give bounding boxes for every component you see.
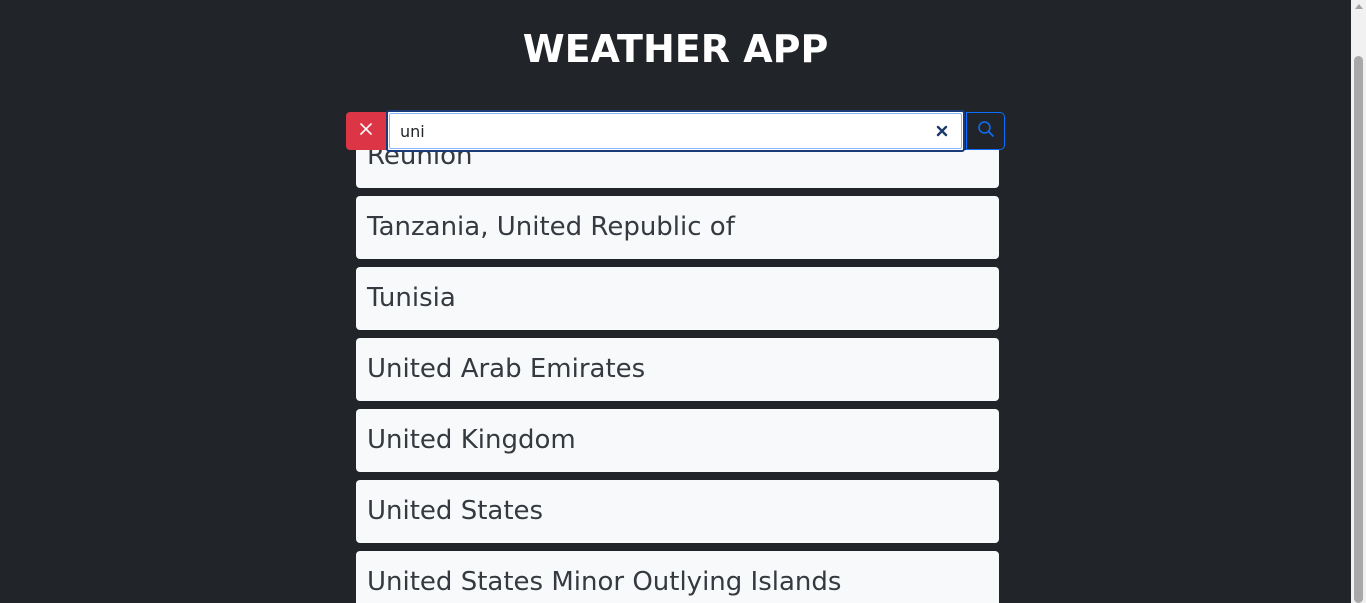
result-item-tanzania[interactable]: Tanzania, United Republic of <box>356 196 999 259</box>
search-bar <box>346 110 1006 152</box>
search-input[interactable] <box>400 112 920 150</box>
result-item-united-states[interactable]: United States <box>356 480 999 543</box>
scrollbar-thumb[interactable] <box>1354 56 1363 603</box>
result-item-united-kingdom[interactable]: United Kingdom <box>356 409 999 472</box>
result-item-tunisia[interactable]: Tunisia <box>356 267 999 330</box>
clear-x-icon <box>936 122 948 141</box>
weather-app-page: Réunion Tanzania, United Republic of Tun… <box>0 0 1366 603</box>
clear-input-button[interactable] <box>933 122 951 140</box>
x-icon <box>358 121 374 141</box>
vertical-scrollbar[interactable] <box>1351 0 1366 603</box>
search-icon <box>977 120 995 142</box>
scroll-up-arrow-icon[interactable] <box>1355 4 1363 9</box>
close-search-button[interactable] <box>346 112 386 150</box>
page-title: WEATHER APP <box>522 27 829 71</box>
search-button[interactable] <box>966 112 1005 150</box>
result-item-us-minor-outlying-islands[interactable]: United States Minor Outlying Islands <box>356 551 999 603</box>
result-item-united-arab-emirates[interactable]: United Arab Emirates <box>356 338 999 401</box>
search-input-container <box>386 110 965 152</box>
